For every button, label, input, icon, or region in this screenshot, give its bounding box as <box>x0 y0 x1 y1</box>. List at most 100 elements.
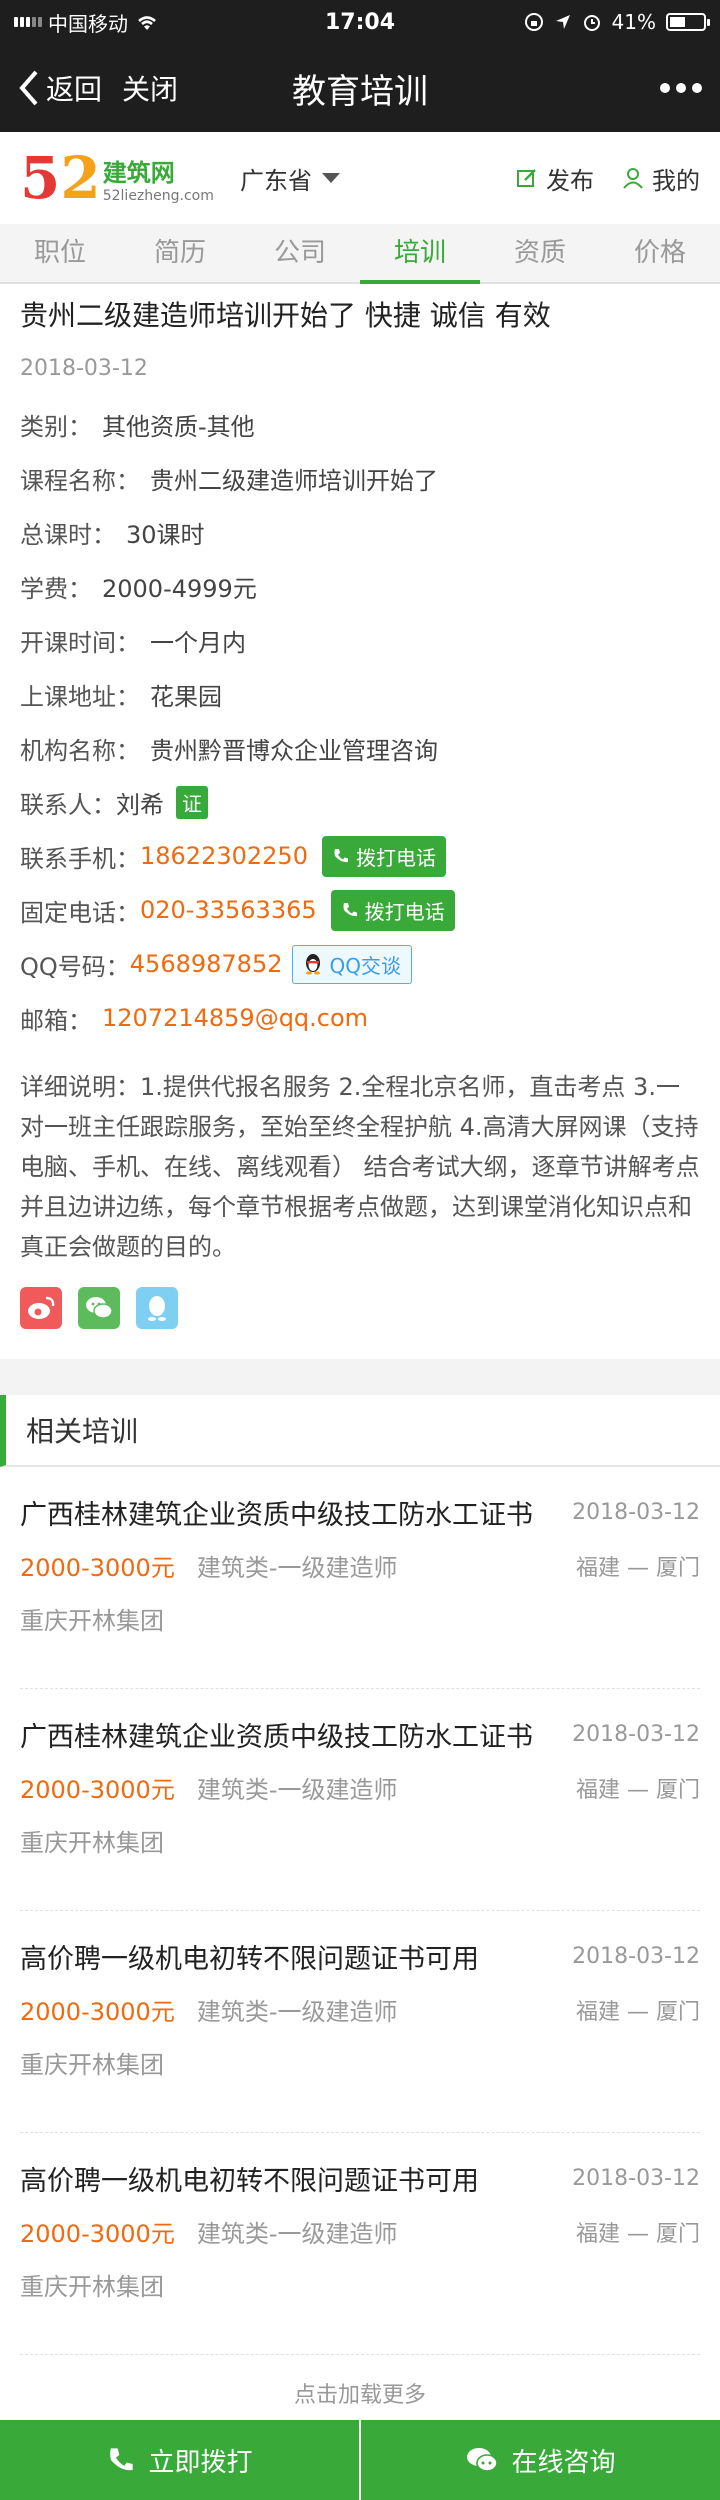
qq-chat-button[interactable]: QQ交谈 <box>292 944 412 984</box>
mobile-value[interactable]: 18622302250 <box>140 842 308 870</box>
course-row: 课程名称： 贵州二级建造师培训开始了 <box>20 451 700 505</box>
logo-en-text: 52liezheng.com <box>102 187 214 204</box>
battery-percent: 41% <box>611 10 656 34</box>
item-price: 2000-3000元 <box>20 2220 175 2248</box>
wifi-icon <box>138 16 156 30</box>
item-date: 2018-03-12 <box>572 1944 700 1969</box>
item-date: 2018-03-12 <box>572 2166 700 2191</box>
item-date: 2018-03-12 <box>572 1722 700 1747</box>
mine-button[interactable]: 我的 <box>622 161 700 196</box>
item-category: 建筑类-一级建造师 <box>196 1776 398 1804</box>
item-category: 建筑类-一级建造师 <box>196 1998 398 2026</box>
detail-headline: 贵州二级建造师培训开始了 快捷 诚信 有效 <box>20 299 551 332</box>
contact-row: 联系人： 刘希证 <box>20 775 700 829</box>
start-label: 开课时间： <box>20 628 140 657</box>
fee-label: 学费： <box>20 574 92 603</box>
address-value: 花果园 <box>150 682 222 711</box>
hours-label: 总课时： <box>20 520 116 549</box>
item-org: 重庆开林集团 <box>20 1829 164 1857</box>
caret-down-icon <box>322 173 340 183</box>
org-label: 机构名称： <box>20 736 140 765</box>
location-icon <box>555 15 570 29</box>
qq-penguin-icon <box>306 954 321 975</box>
item-title: 广西桂林建筑企业资质中级技工防水工证书 <box>20 1500 533 1531</box>
online-consult-label: 在线咨询 <box>511 2447 616 2478</box>
wechat-share-icon[interactable] <box>78 1287 120 1329</box>
detail-description: 详细说明：1.提供代报名服务 2.全程北京名师，直击考点 3.一对一班主任跟踪服… <box>20 1073 700 1261</box>
chevron-left-icon <box>19 70 38 106</box>
call-now-button[interactable]: 立即拨打 <box>0 2420 359 2500</box>
tab-qualifications[interactable]: 资质 <box>480 224 600 282</box>
phone-row: 固定电话： 020-33563365 拨打电话 <box>20 883 700 937</box>
email-value[interactable]: 1207214859@qq.com <box>102 1004 368 1032</box>
related-training: 相关培训 广西桂林建筑企业资质中级技工防水工证书 2018-03-12 2000-… <box>0 1395 720 2423</box>
item-org: 重庆开林集团 <box>20 2051 164 2079</box>
tab-resumes[interactable]: 简历 <box>120 224 240 282</box>
start-row: 开课时间： 一个月内 <box>20 613 700 667</box>
province-label: 广东省 <box>240 166 312 195</box>
category-row: 类别： 其他资质-其他 <box>20 397 700 451</box>
signal-icon <box>14 17 42 27</box>
org-value: 贵州黔晋博众企业管理咨询 <box>150 736 438 765</box>
address-label: 上课地址： <box>20 682 140 711</box>
qq-row: QQ号码： 4568987852 QQ交谈 <box>20 937 700 991</box>
certified-badge: 证 <box>176 785 208 819</box>
tab-jobs[interactable]: 职位 <box>0 224 120 282</box>
rotation-lock-icon <box>524 13 543 31</box>
fee-row: 学费： 2000-4999元 <box>20 559 700 613</box>
phone-value[interactable]: 020-33563365 <box>140 896 317 924</box>
item-date: 2018-03-12 <box>572 1500 700 1525</box>
qq-share-icon[interactable] <box>136 1287 178 1329</box>
alarm-icon <box>583 15 600 31</box>
training-detail: 贵州二级建造师培训开始了 快捷 诚信 有效 2018-03-12 类别： 其他资质… <box>0 284 720 1359</box>
mobile-label: 联系手机： <box>20 844 140 873</box>
item-price: 2000-3000元 <box>20 1776 175 1804</box>
load-more-button[interactable]: 点击加载更多 <box>0 2355 720 2423</box>
logo-cn-text: 建筑网 <box>102 158 175 187</box>
tab-training[interactable]: 培训 <box>360 224 480 284</box>
call-phone-button[interactable]: 拨打电话 <box>330 889 455 931</box>
carrier-label: 中国移动 <box>48 11 128 36</box>
close-button[interactable]: 关闭 <box>122 68 178 108</box>
mine-label: 我的 <box>652 166 700 195</box>
item-org: 重庆开林集团 <box>20 1607 164 1635</box>
list-item[interactable]: 广西桂林建筑企业资质中级技工防水工证书 2018-03-12 2000-3000元… <box>20 1467 700 1689</box>
tab-companies[interactable]: 公司 <box>240 224 360 282</box>
email-label: 邮箱： <box>20 1006 92 1035</box>
online-consult-button[interactable]: 在线咨询 <box>359 2420 720 2500</box>
call-now-label: 立即拨打 <box>148 2447 253 2478</box>
start-value: 一个月内 <box>150 628 246 657</box>
user-icon <box>623 168 643 189</box>
list-item[interactable]: 广西桂林建筑企业资质中级技工防水工证书 2018-03-12 2000-3000元… <box>20 1689 700 1911</box>
site-logo[interactable]: 52 建筑网 52liezheng.com <box>20 149 220 207</box>
category-label: 类别： <box>20 412 92 441</box>
call-mobile-button[interactable]: 拨打电话 <box>321 835 446 877</box>
page-title: 教育培训 <box>292 71 428 112</box>
site-header: 52 建筑网 52liezheng.com 广东省 发布 我的 <box>0 132 720 224</box>
item-location: 福建 — 厦门 <box>576 2221 700 2247</box>
logo-digit-5: 5 <box>20 144 61 212</box>
fee-value: 2000-4999元 <box>102 574 257 603</box>
status-bar: 中国移动 17:04 41% <box>0 0 720 44</box>
nav-bar: 返回 关闭 教育培训 <box>0 44 720 132</box>
contact-value: 刘希 <box>116 790 164 819</box>
bottom-action-bar: 立即拨打 在线咨询 <box>0 2420 720 2500</box>
battery-icon <box>666 13 710 31</box>
item-price: 2000-3000元 <box>20 1998 175 2026</box>
province-selector[interactable]: 广东省 <box>240 161 340 196</box>
publish-button[interactable]: 发布 <box>516 161 594 196</box>
list-item[interactable]: 高价聘一级机电初转不限问题证书可用 2018-03-12 2000-3000元 建筑… <box>20 2133 700 2355</box>
more-menu-icon[interactable] <box>660 83 702 93</box>
qq-label: QQ号码： <box>20 952 130 981</box>
item-title: 广西桂林建筑企业资质中级技工防水工证书 <box>20 1722 533 1753</box>
back-button[interactable]: 返回 <box>18 68 102 108</box>
phone-label: 固定电话： <box>20 898 140 927</box>
phone-icon <box>343 903 357 917</box>
qq-value: 4568987852 <box>129 950 283 978</box>
tab-prices[interactable]: 价格 <box>600 224 720 282</box>
qq-chat-label: QQ交谈 <box>329 953 401 978</box>
list-item[interactable]: 高价聘一级机电初转不限问题证书可用 2018-03-12 2000-3000元 建筑… <box>20 1911 700 2133</box>
contact-label: 联系人： <box>20 790 116 819</box>
publish-label: 发布 <box>546 166 594 195</box>
weibo-share-icon[interactable] <box>20 1287 62 1329</box>
